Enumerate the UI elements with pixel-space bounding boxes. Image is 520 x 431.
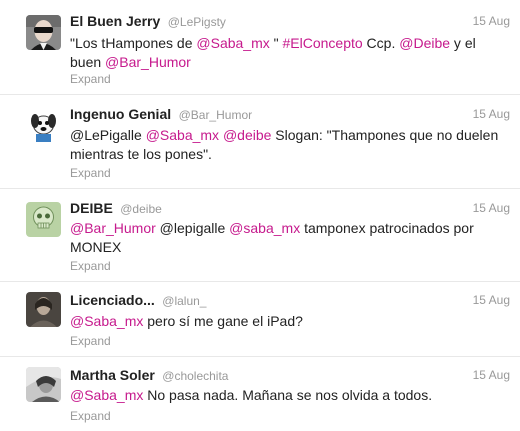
tweet-text-segment: " <box>269 35 283 51</box>
tweet-header: Ingenuo Genial @Bar_Humor 15 Aug <box>70 106 510 124</box>
tweet-text: "Los tHampones de @Saba_mx " #ElConcepto… <box>70 34 510 72</box>
tweet-header: DEIBE @deibe 15 Aug <box>70 200 510 218</box>
expand-link[interactable]: Expand <box>70 166 111 180</box>
woman-photo-avatar[interactable] <box>26 367 61 402</box>
tweet-fullname[interactable]: Ingenuo Genial <box>70 106 171 122</box>
tweet-username[interactable]: @Bar_Humor <box>179 108 253 122</box>
tweet-username[interactable]: @cholechita <box>162 369 228 383</box>
tweet-item[interactable]: Ingenuo Genial @Bar_Humor 15 Aug @LePiga… <box>0 95 520 189</box>
tweet-timestamp[interactable]: 15 Aug <box>473 293 510 307</box>
expand-link[interactable]: Expand <box>70 409 111 423</box>
tweet-item[interactable]: DEIBE @deibe 15 Aug @Bar_Humor @lepigall… <box>0 189 520 282</box>
hashtag-link[interactable]: #ElConcepto <box>283 35 363 51</box>
tweet-stream: El Buen Jerry @LePigsty 15 Aug "Los tHam… <box>0 0 520 431</box>
man-in-dark-glasses-avatar[interactable] <box>26 15 61 50</box>
tweet-text: @LePigalle @Saba_mx @deibe Slogan: "Tham… <box>70 126 510 164</box>
tweet-item[interactable]: El Buen Jerry @LePigsty 15 Aug "Los tHam… <box>0 0 520 95</box>
tweet-header: Licenciado... @lalun_ 15 Aug <box>70 292 510 310</box>
tweet-text-segment: No pasa nada. Mañana se nos olvida a tod… <box>143 387 433 403</box>
mention-link[interactable]: @Saba_mx <box>146 127 219 143</box>
tweet-text: @Saba_mx No pasa nada. Mañana se nos olv… <box>70 386 510 405</box>
cartoon-dog-avatar[interactable] <box>26 109 61 144</box>
tweet-timestamp[interactable]: 15 Aug <box>473 201 510 215</box>
mention-link[interactable]: @Saba_mx <box>196 35 269 51</box>
tweet-fullname[interactable]: Licenciado... <box>70 292 155 308</box>
tweet-fullname[interactable]: DEIBE <box>70 200 113 216</box>
portrait-photo-avatar[interactable] <box>26 292 61 327</box>
tweet-text-segment: Ccp. <box>362 35 400 51</box>
mention-link[interactable]: @Deibe <box>399 35 450 51</box>
mention-link[interactable]: @Saba_mx <box>70 387 143 403</box>
tweet-text: @Bar_Humor @lepigalle @saba_mx tamponex … <box>70 219 510 257</box>
tweet-header: El Buen Jerry @LePigsty 15 Aug <box>70 13 510 31</box>
tweet-fullname[interactable]: El Buen Jerry <box>70 13 160 29</box>
expand-link[interactable]: Expand <box>70 334 111 348</box>
tweet-text-segment: "Los tHampones de <box>70 35 197 51</box>
tweet-username[interactable]: @deibe <box>120 202 162 216</box>
tweet-text-segment: pero sí me gane el iPad? <box>143 313 303 329</box>
tweet-header: Martha Soler @cholechita 15 Aug <box>70 367 510 385</box>
mention-link[interactable]: @deibe <box>223 127 271 143</box>
tweet-timestamp[interactable]: 15 Aug <box>473 107 510 121</box>
tweet-username[interactable]: @lalun_ <box>162 294 206 308</box>
expand-link[interactable]: Expand <box>70 259 111 273</box>
green-skull-avatar[interactable] <box>26 202 61 237</box>
tweet-text: @Saba_mx pero sí me gane el iPad? <box>70 312 510 331</box>
tweet-item[interactable]: Licenciado... @lalun_ 15 Aug @Saba_mx pe… <box>0 282 520 357</box>
tweet-timestamp[interactable]: 15 Aug <box>473 14 510 28</box>
tweet-username[interactable]: @LePigsty <box>168 15 226 29</box>
tweet-text-segment: @lepigalle <box>155 220 230 236</box>
tweet-text-segment: @LePigalle <box>70 127 146 143</box>
tweet-item[interactable]: Martha Soler @cholechita 15 Aug @Saba_mx… <box>0 357 520 431</box>
tweet-timestamp[interactable]: 15 Aug <box>473 368 510 382</box>
expand-link[interactable]: Expand <box>70 72 111 86</box>
mention-link[interactable]: @Bar_Humor <box>105 54 191 70</box>
mention-link[interactable]: @Bar_Humor <box>70 220 156 236</box>
mention-link[interactable]: @Saba_mx <box>70 313 143 329</box>
mention-link[interactable]: @saba_mx <box>229 220 300 236</box>
tweet-fullname[interactable]: Martha Soler <box>70 367 155 383</box>
